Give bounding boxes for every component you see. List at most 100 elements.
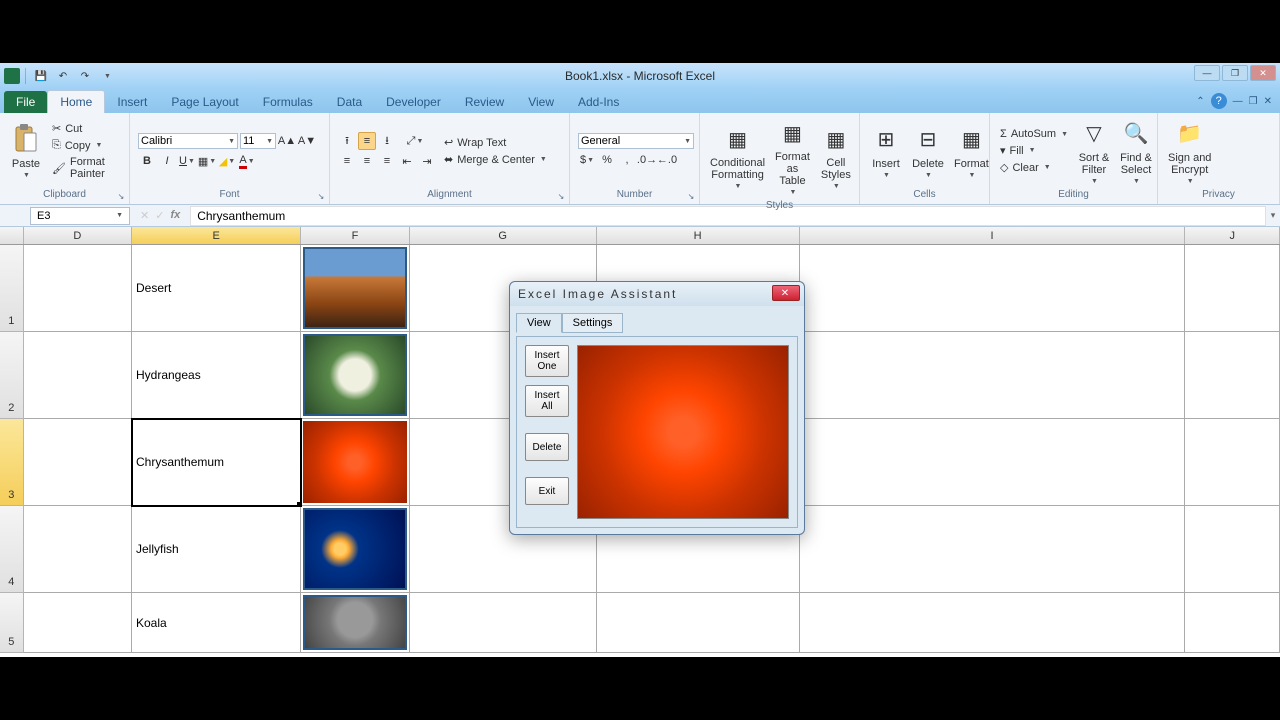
cell-E1[interactable]: Desert	[132, 245, 301, 332]
bold-button[interactable]: B	[138, 152, 156, 170]
number-launcher-icon[interactable]: ↘	[685, 190, 697, 202]
merge-center-button[interactable]: ⬌Merge & Center▼	[442, 152, 549, 167]
select-all-corner[interactable]	[0, 227, 24, 244]
cell-D1[interactable]	[24, 245, 132, 332]
copy-button[interactable]: ⎘Copy▼	[50, 138, 121, 153]
insert-cells-button[interactable]: ⊞Insert▼	[868, 122, 904, 181]
expand-formula-icon[interactable]: ▾	[1266, 210, 1280, 221]
qat-customize-icon[interactable]: ▼	[97, 66, 117, 86]
thumbnail-koala-icon[interactable]	[303, 595, 406, 650]
cell-F1[interactable]	[301, 245, 409, 332]
insert-one-button[interactable]: Insert One	[525, 345, 569, 377]
row-header-5[interactable]: 5	[0, 593, 24, 653]
cell-E3[interactable]: Chrysanthemum	[132, 419, 301, 506]
tab-home[interactable]: Home	[47, 90, 105, 113]
fx-icon[interactable]: fx	[170, 209, 180, 222]
cell-I1[interactable]	[800, 245, 1186, 332]
tab-view[interactable]: View	[516, 91, 566, 113]
minimize-button[interactable]: —	[1194, 65, 1220, 81]
column-header-i[interactable]: I	[800, 227, 1186, 244]
thumbnail-jelly-icon[interactable]	[303, 508, 406, 590]
tab-add-ins[interactable]: Add-Ins	[566, 91, 631, 113]
decrease-indent-icon[interactable]: ⇤	[398, 152, 416, 170]
dialog-tab-settings[interactable]: Settings	[562, 313, 624, 333]
find-select-button[interactable]: 🔍Find & Select▼	[1118, 116, 1154, 187]
save-icon[interactable]: 💾	[31, 66, 51, 86]
cell-E4[interactable]: Jellyfish	[132, 506, 301, 593]
cell-J2[interactable]	[1185, 332, 1280, 419]
italic-button[interactable]: I	[158, 152, 176, 170]
enter-formula-icon[interactable]: ✓	[155, 209, 164, 222]
wrap-text-button[interactable]: ↩Wrap Text	[442, 135, 549, 150]
dialog-title-bar[interactable]: Excel Image Assistant ✕	[510, 282, 804, 306]
comma-icon[interactable]: ,	[618, 151, 636, 169]
cell-J1[interactable]	[1185, 245, 1280, 332]
tab-page-layout[interactable]: Page Layout	[159, 91, 250, 113]
cell-I3[interactable]	[800, 419, 1186, 506]
undo-icon[interactable]: ↶	[53, 66, 73, 86]
row-header-3[interactable]: 3	[0, 419, 24, 506]
cell-E2[interactable]: Hydrangeas	[132, 332, 301, 419]
sort-filter-button[interactable]: ▽Sort & Filter▼	[1076, 116, 1112, 187]
percent-icon[interactable]: %	[598, 151, 616, 169]
align-middle-icon[interactable]: ≡	[358, 132, 376, 150]
align-bottom-icon[interactable]: ⭳	[378, 132, 396, 150]
cell-F4[interactable]	[301, 506, 409, 593]
cell-I2[interactable]	[800, 332, 1186, 419]
format-painter-button[interactable]: 🖌Format Painter	[50, 155, 121, 181]
name-box[interactable]: E3▼	[30, 207, 130, 225]
tab-formulas[interactable]: Formulas	[251, 91, 325, 113]
cancel-formula-icon[interactable]: ✕	[140, 209, 149, 222]
restore-button[interactable]: ❐	[1222, 65, 1248, 81]
align-right-icon[interactable]: ≡	[378, 152, 396, 170]
delete-button[interactable]: Delete	[525, 433, 569, 461]
cut-button[interactable]: ✂Cut	[50, 121, 121, 136]
row-header-1[interactable]: 1	[0, 245, 24, 332]
thumbnail-chrysan-icon[interactable]	[303, 421, 406, 503]
file-tab[interactable]: File	[4, 91, 47, 113]
insert-all-button[interactable]: Insert All	[525, 385, 569, 417]
format-cells-button[interactable]: ▦Format▼	[952, 122, 991, 181]
borders-button[interactable]: ▦▼	[198, 152, 216, 170]
cell-J4[interactable]	[1185, 506, 1280, 593]
doc-restore-icon[interactable]: ❐	[1249, 96, 1258, 107]
grow-font-icon[interactable]: A▲	[278, 132, 296, 150]
close-button[interactable]: ✕	[1250, 65, 1276, 81]
cell-D4[interactable]	[24, 506, 132, 593]
column-header-d[interactable]: D	[24, 227, 132, 244]
autosum-button[interactable]: ΣAutoSum▼	[998, 127, 1070, 141]
thumbnail-hydrangea-icon[interactable]	[303, 334, 406, 416]
cell-J3[interactable]	[1185, 419, 1280, 506]
sign-encrypt-button[interactable]: 📁Sign and Encrypt▼	[1166, 116, 1213, 187]
font-launcher-icon[interactable]: ↘	[315, 190, 327, 202]
cell-H5[interactable]	[597, 593, 800, 653]
format-as-table-button[interactable]: ▦Format as Table▼	[773, 115, 812, 198]
thumbnail-desert-icon[interactable]	[303, 247, 406, 329]
cell-I5[interactable]	[800, 593, 1186, 653]
cell-F2[interactable]	[301, 332, 409, 419]
align-top-icon[interactable]: ⭱	[338, 132, 356, 150]
cell-styles-button[interactable]: ▦Cell Styles▼	[818, 121, 854, 192]
cell-D2[interactable]	[24, 332, 132, 419]
fill-color-button[interactable]: ◢▼	[218, 152, 236, 170]
number-format-select[interactable]: General▼	[578, 133, 694, 149]
exit-button[interactable]: Exit	[525, 477, 569, 505]
decrease-decimal-icon[interactable]: ←.0	[658, 151, 676, 169]
cell-F5[interactable]	[301, 593, 409, 653]
increase-indent-icon[interactable]: ⇥	[418, 152, 436, 170]
dialog-close-button[interactable]: ✕	[772, 285, 800, 301]
cell-F3[interactable]	[301, 419, 409, 506]
clear-button[interactable]: ◇Clear▼	[998, 160, 1070, 175]
underline-button[interactable]: U▼	[178, 152, 196, 170]
column-header-j[interactable]: J	[1185, 227, 1280, 244]
font-color-button[interactable]: A▼	[238, 152, 256, 170]
increase-decimal-icon[interactable]: .0→	[638, 151, 656, 169]
paste-button[interactable]: Paste ▼	[8, 122, 44, 181]
dialog-tab-view[interactable]: View	[516, 313, 562, 333]
help-icon[interactable]: ?	[1211, 93, 1227, 109]
currency-icon[interactable]: $▼	[578, 151, 596, 169]
fill-handle[interactable]	[297, 502, 301, 506]
align-left-icon[interactable]: ≡	[338, 152, 356, 170]
align-center-icon[interactable]: ≡	[358, 152, 376, 170]
clipboard-launcher-icon[interactable]: ↘	[115, 190, 127, 202]
